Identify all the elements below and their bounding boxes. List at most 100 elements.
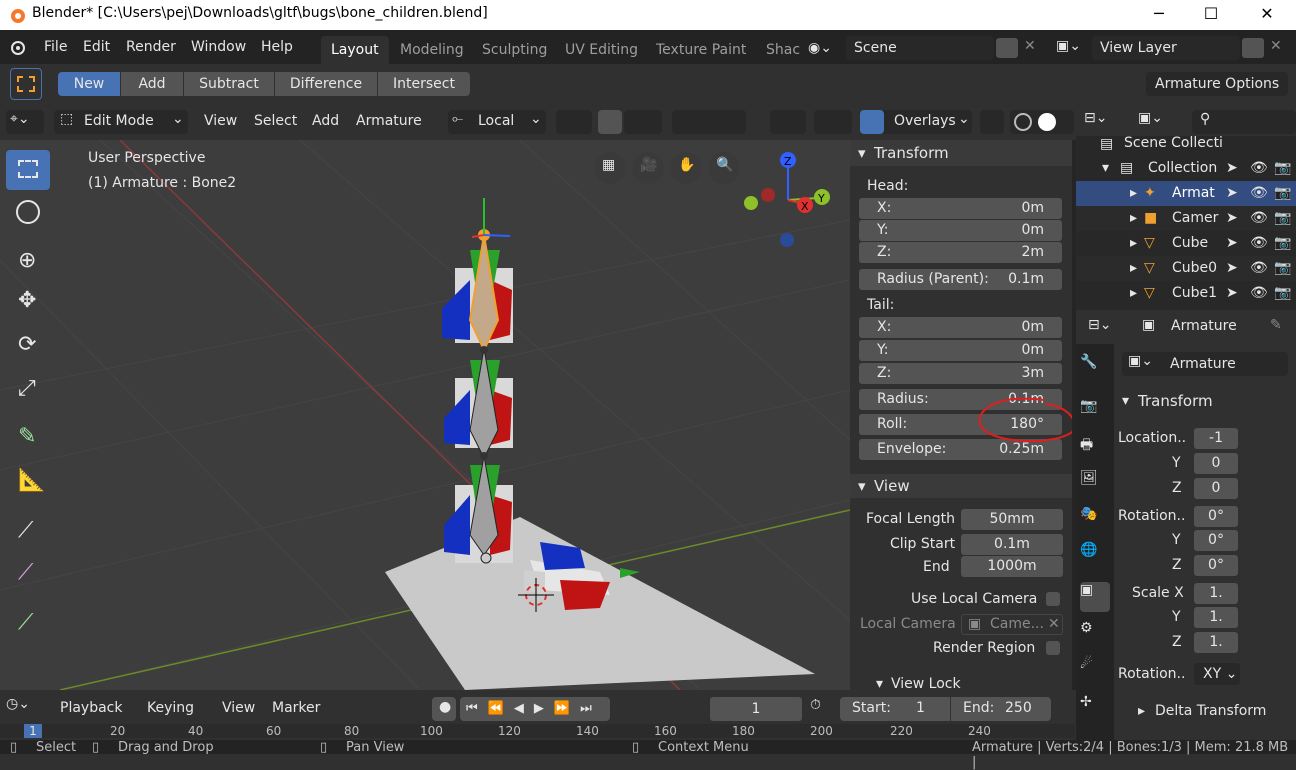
- viewport-menu-add[interactable]: Add: [312, 113, 339, 129]
- render-properties-tab-icon[interactable]: 📷: [1080, 398, 1110, 428]
- current-frame-field[interactable]: 1: [710, 697, 802, 721]
- mode-new-button[interactable]: New: [58, 72, 120, 96]
- eye-icon[interactable]: 👁: [1250, 206, 1268, 231]
- radius-parent-field[interactable]: Radius (Parent): 0.1m: [859, 269, 1062, 290]
- viewport-menu-view[interactable]: View: [204, 113, 237, 129]
- expand-icon[interactable]: ▸: [1130, 256, 1137, 281]
- eye-icon[interactable]: 👁: [1250, 281, 1268, 306]
- select-toggle-icon[interactable]: ➤: [1226, 206, 1238, 231]
- record-button[interactable]: ●: [432, 697, 456, 721]
- object-name-field[interactable]: Armature: [1162, 352, 1288, 376]
- rotation-mode-dropdown[interactable]: XY ⌄: [1194, 663, 1240, 685]
- head-z-field[interactable]: Z: 2m: [859, 242, 1062, 263]
- focal-length-field[interactable]: 50mm: [961, 509, 1063, 530]
- start-frame-field[interactable]: Start: 1: [840, 697, 950, 721]
- snap-target-icon[interactable]: [624, 110, 662, 134]
- select-toggle-icon[interactable]: ➤: [1226, 181, 1238, 206]
- select-toggle-icon[interactable]: ➤: [1226, 231, 1238, 256]
- mode-subtract-button[interactable]: Subtract: [184, 72, 274, 96]
- tab-layout[interactable]: Layout: [321, 36, 389, 64]
- move-tool-icon[interactable]: ⊕: [6, 242, 50, 282]
- pivot-icon[interactable]: [556, 110, 592, 134]
- scene-field[interactable]: Scene: [846, 36, 994, 60]
- location-z-field[interactable]: 0: [1194, 478, 1238, 499]
- tab-uv-editing[interactable]: UV Editing: [555, 36, 648, 64]
- location-y-field[interactable]: 0: [1194, 453, 1238, 474]
- object-type-visibility-icon[interactable]: [770, 110, 806, 134]
- outliner-row-collection[interactable]: ▾ ▤ Collection ➤ 👁 📷: [1076, 156, 1296, 181]
- render-icon[interactable]: 📷: [1274, 281, 1291, 306]
- render-icon[interactable]: 📷: [1274, 256, 1291, 281]
- outliner-row-armature[interactable]: ▸ ✦ Armat ➤ 👁 📷: [1076, 181, 1296, 206]
- extrude-tool-icon[interactable]: ⟋: [6, 512, 50, 552]
- rotation-x-field[interactable]: 0°: [1194, 506, 1238, 527]
- end-frame-field[interactable]: End: 250: [951, 697, 1051, 721]
- scene-copy-icon[interactable]: [996, 38, 1018, 58]
- roll-tool-icon[interactable]: ⟋: [6, 554, 50, 594]
- outliner-row-cube1[interactable]: ▸ ▽ Cube1 ➤ 👁 📷: [1076, 281, 1296, 306]
- grid-view-icon[interactable]: ▦: [594, 152, 626, 184]
- tab-modeling[interactable]: Modeling: [390, 36, 474, 64]
- blender-menu-icon[interactable]: [6, 38, 28, 56]
- menu-render[interactable]: Render: [126, 39, 176, 55]
- marker-menu[interactable]: Marker: [272, 700, 320, 716]
- modifier-properties-tab-icon[interactable]: ⚙: [1080, 620, 1110, 650]
- scale-z-field[interactable]: 1.: [1194, 632, 1238, 653]
- display-mode-icon[interactable]: ▣⌄: [1138, 110, 1174, 132]
- view-layer-browse-icon[interactable]: ▣⌄: [1056, 38, 1090, 58]
- viewport-menu-select[interactable]: Select: [254, 113, 297, 129]
- mode-intersect-button[interactable]: Intersect: [378, 72, 470, 96]
- timeline-editor-type-icon[interactable]: ◷⌄: [6, 696, 44, 720]
- location-x-field[interactable]: -1: [1194, 428, 1238, 449]
- outliner-row-scene-collection[interactable]: ▤ Scene Collecti: [1076, 131, 1296, 156]
- overlays-dropdown[interactable]: Overlays ⌄: [860, 110, 972, 134]
- rotation-y-field[interactable]: 0°: [1194, 530, 1238, 551]
- measure-tool-icon[interactable]: 📐: [6, 462, 50, 502]
- scene-properties-tab-icon[interactable]: 🎭: [1080, 506, 1110, 536]
- expand-icon[interactable]: ▸: [1130, 281, 1137, 306]
- tab-texture-paint[interactable]: Texture Paint: [646, 36, 756, 64]
- expand-icon[interactable]: ▸: [1130, 206, 1137, 231]
- use-local-camera-checkbox[interactable]: [1046, 592, 1060, 606]
- transform-collapse-icon[interactable]: ▾: [858, 144, 866, 162]
- bone-envelope-tool-icon[interactable]: ⟋: [6, 604, 50, 644]
- tail-z-field[interactable]: Z: 3m: [859, 363, 1062, 384]
- frame-ruler[interactable]: 1 20 40 60 80 100 120 140 160 180 200 22…: [0, 724, 1075, 738]
- tail-y-field[interactable]: Y: 0m: [859, 340, 1062, 361]
- outliner-row-camera[interactable]: ▸ ■ Camer ➤ 👁 📷: [1076, 206, 1296, 231]
- clip-end-field[interactable]: 1000m: [961, 556, 1063, 577]
- select-box-tool-icon[interactable]: [6, 150, 50, 190]
- eye-icon[interactable]: 👁: [1250, 156, 1268, 181]
- output-properties-tab-icon[interactable]: 🖶: [1080, 434, 1110, 464]
- viewport-menu-armature[interactable]: Armature: [356, 113, 422, 129]
- mode-add-button[interactable]: Add: [121, 72, 183, 96]
- xray-toggle-icon[interactable]: [980, 110, 1004, 134]
- shading-mode-icon[interactable]: [1010, 110, 1074, 134]
- menu-help[interactable]: Help: [261, 39, 293, 55]
- tab-shading[interactable]: Shac: [756, 36, 810, 64]
- annotate-tool-icon[interactable]: ✎: [6, 418, 50, 458]
- expand-icon[interactable]: ▸: [1130, 181, 1137, 206]
- tool-properties-tab-icon[interactable]: 🔧: [1080, 354, 1110, 384]
- maximize-button[interactable]: ☐: [1188, 0, 1234, 30]
- outliner-type-icon[interactable]: ⊟⌄: [1084, 110, 1120, 132]
- select-toggle-icon[interactable]: ➤: [1226, 281, 1238, 306]
- view-collapse-icon[interactable]: ▾: [858, 477, 866, 495]
- move-arrows-icon[interactable]: ✥: [6, 282, 50, 322]
- mode-dropdown[interactable]: ⬚ Edit Mode ⌄: [54, 110, 188, 134]
- mode-difference-button[interactable]: Difference: [275, 72, 377, 96]
- object-data-properties-tab-icon[interactable]: ✢: [1080, 694, 1110, 724]
- object-data-browse-icon[interactable]: ▣⌄: [1122, 352, 1162, 376]
- gizmo-toggle-icon[interactable]: [814, 110, 852, 134]
- view-layer-close-icon[interactable]: ✕: [1270, 38, 1282, 54]
- scale-y-field[interactable]: 1.: [1194, 607, 1238, 628]
- zoom-icon[interactable]: 🔍: [708, 152, 740, 184]
- scene-close-icon[interactable]: ✕: [1024, 38, 1036, 54]
- snap-toggle-icon[interactable]: [598, 110, 622, 134]
- minimize-button[interactable]: ─: [1136, 0, 1182, 30]
- timeline-view-menu[interactable]: View: [222, 700, 255, 716]
- orientation-dropdown[interactable]: ⟜ Local ⌄: [448, 110, 546, 134]
- playback-controls[interactable]: ⏮⏪◀▶⏩⏭: [460, 697, 610, 721]
- outliner-row-cube0[interactable]: ▸ ▽ Cube0 ➤ 👁 📷: [1076, 256, 1296, 281]
- menu-edit[interactable]: Edit: [83, 39, 110, 55]
